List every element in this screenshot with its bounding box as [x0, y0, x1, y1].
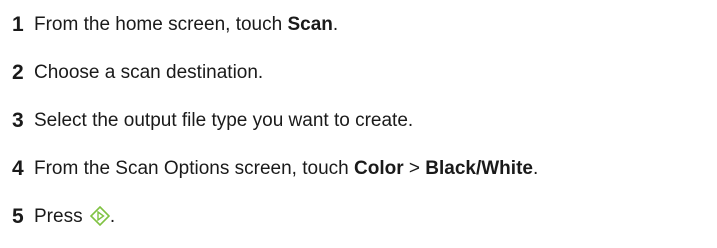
step-4: 4 From the Scan Options screen, touch Co…: [12, 155, 538, 183]
step-number: 5: [12, 205, 24, 228]
black-white-option-label: Black/White: [425, 158, 533, 179]
step-2: 2 Choose a scan destination.: [12, 59, 263, 87]
step-text-pre: From the home screen, touch: [34, 14, 288, 35]
step-text-post: .: [332, 14, 339, 35]
menu-separator: >: [403, 158, 426, 179]
step-text: Choose a scan destination.: [34, 62, 264, 83]
step-1: 1 From the home screen, touch Scan.: [12, 11, 338, 39]
color-option-label: Color: [354, 158, 404, 179]
step-text: From the home screen, touch Scan.: [34, 11, 338, 39]
step-text: Press .: [34, 203, 115, 231]
step-number: 4: [12, 157, 24, 180]
step-text: From the Scan Options screen, touch Colo…: [34, 155, 538, 183]
step-text-post: .: [532, 158, 539, 179]
step-number: 2: [12, 61, 24, 84]
step-3: 3 Select the output file type you want t…: [12, 107, 413, 135]
step-number: 1: [12, 13, 24, 36]
start-button-icon: [89, 205, 110, 227]
step-text-pre: Press: [34, 206, 88, 227]
step-number: 3: [12, 109, 24, 132]
scan-option-label: Scan: [287, 14, 333, 35]
step-text-post: .: [109, 206, 116, 227]
step-text-pre: From the Scan Options screen, touch: [34, 158, 354, 179]
step-5: 5 Press .: [12, 203, 115, 231]
step-text: Select the output file type you want to …: [34, 110, 414, 131]
